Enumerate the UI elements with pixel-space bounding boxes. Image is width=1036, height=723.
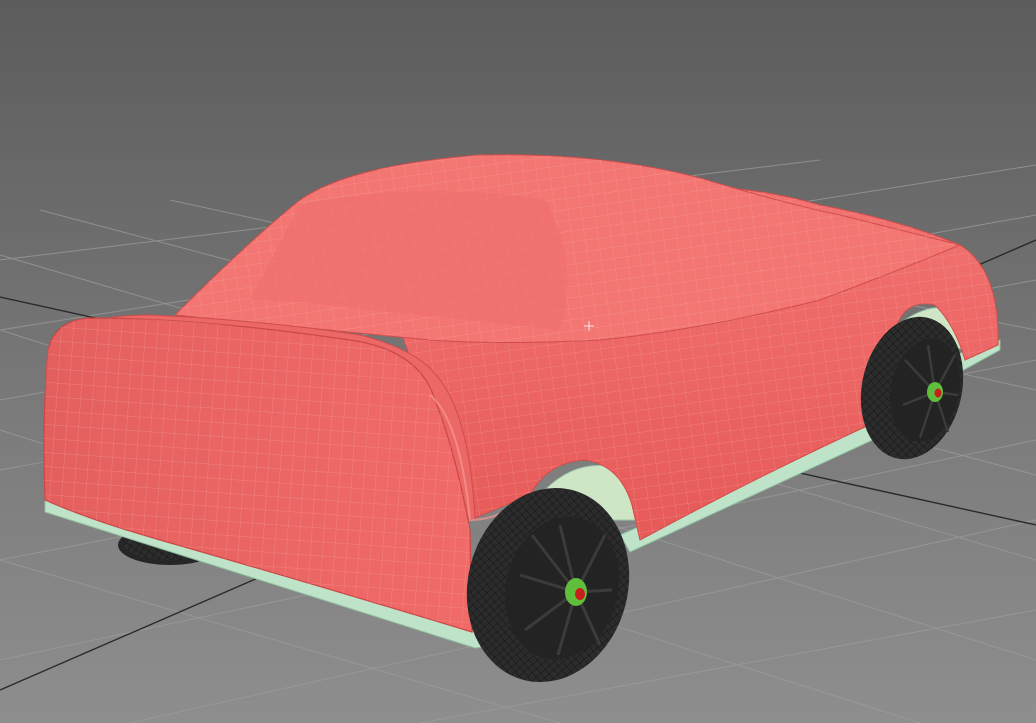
viewport-scene[interactable] (0, 0, 1036, 723)
perspective-viewport[interactable] (0, 0, 1036, 723)
